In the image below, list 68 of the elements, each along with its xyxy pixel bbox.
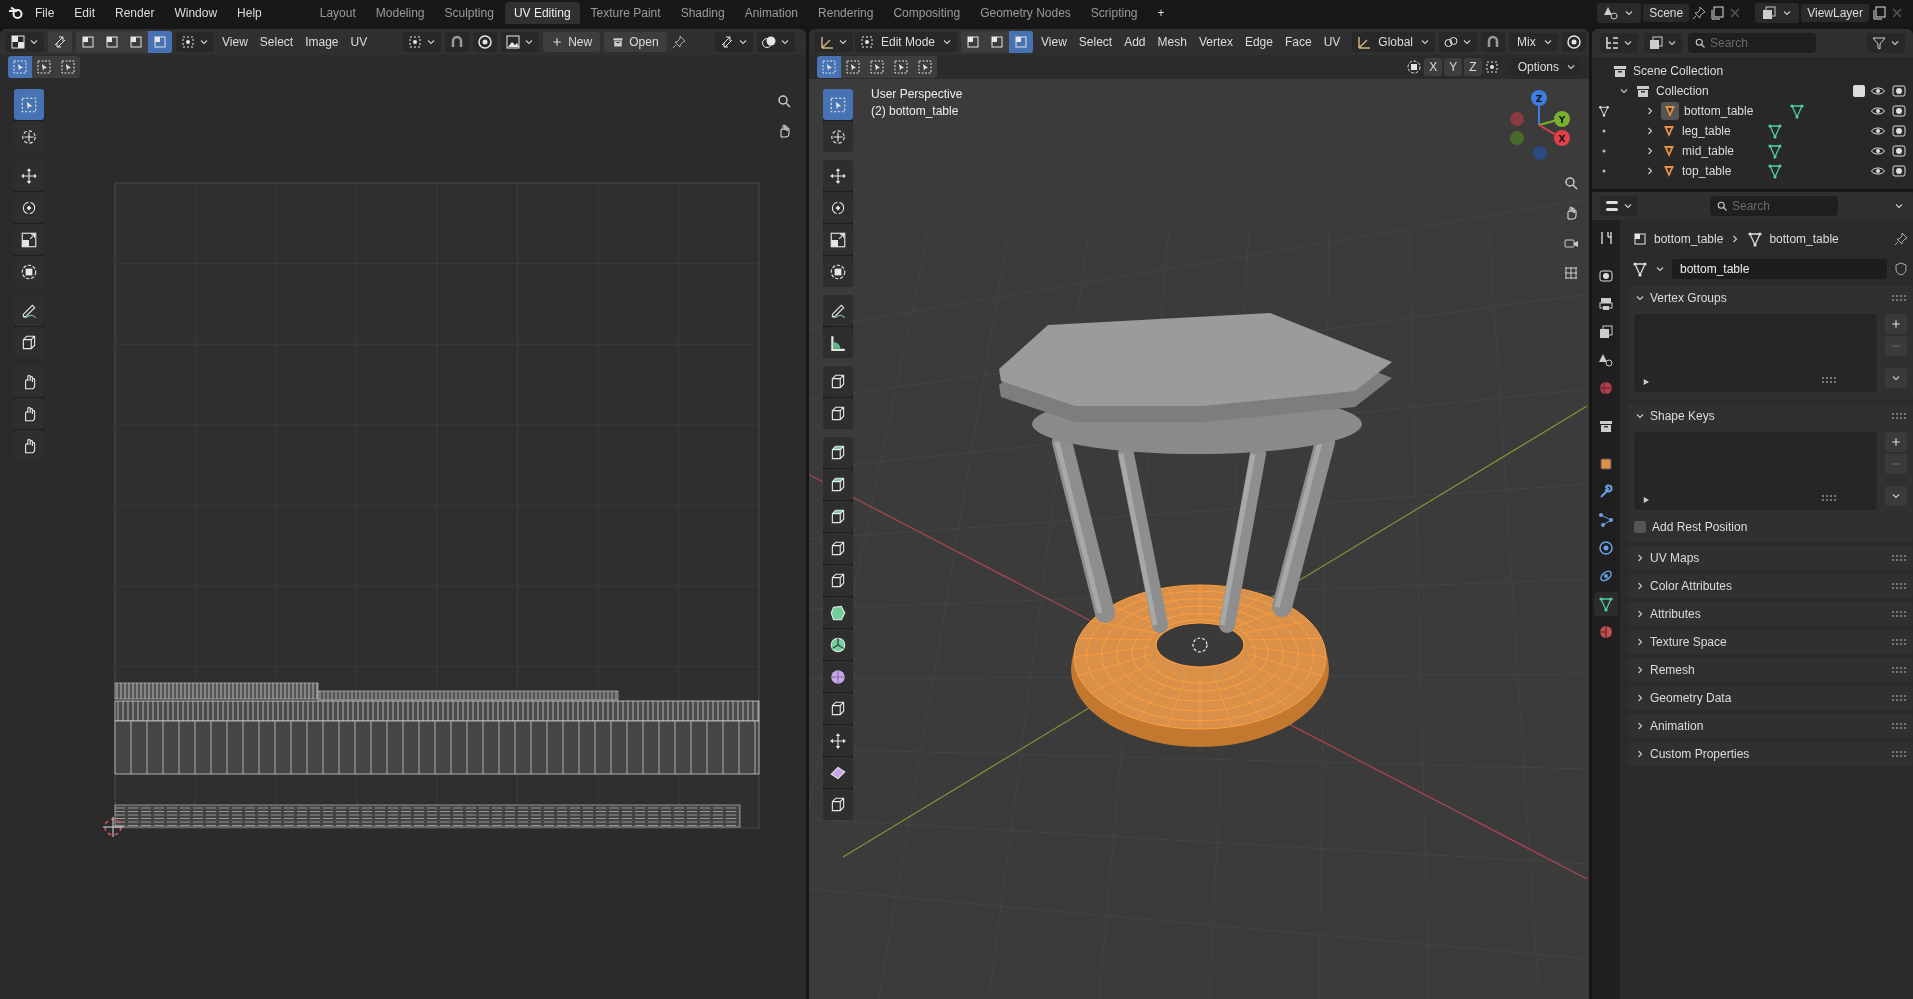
panel-title[interactable]: Vertex Groups: [1650, 291, 1887, 305]
header-menu[interactable]: UV: [346, 32, 372, 52]
header-menu[interactable]: Select: [255, 32, 298, 52]
panel-header[interactable]: UV Maps: [1628, 546, 1913, 570]
search-field[interactable]: Search: [1710, 196, 1838, 216]
viewport-info-text: (2) bottom_table: [871, 104, 960, 118]
open-image-button[interactable]: Open: [604, 32, 667, 52]
orientation-dropdown[interactable]: Global: [1352, 32, 1435, 52]
workspace-tab[interactable]: Modeling: [366, 2, 434, 24]
header-menu[interactable]: Vertex: [1194, 32, 1237, 52]
panel-header[interactable]: Custom Properties: [1628, 742, 1913, 766]
header-menu[interactable]: Face: [1280, 32, 1316, 52]
axis-label: X: [1558, 133, 1566, 144]
workspace-tab[interactable]: UV Editing: [504, 2, 580, 24]
outliner-item[interactable]: Scene Collection: [1633, 64, 1907, 78]
options-dropdown[interactable]: Options: [1509, 58, 1581, 76]
header-menu[interactable]: Select: [1074, 32, 1117, 52]
mode-dropdown[interactable]: Edit Mode: [855, 32, 958, 52]
workspace-tab[interactable]: Shading: [671, 2, 734, 24]
panel-header[interactable]: Attributes: [1628, 602, 1913, 626]
checkbox-label[interactable]: Add Rest Position: [1652, 520, 1748, 534]
menu-item[interactable]: Help: [228, 3, 271, 23]
header-menu[interactable]: Image: [301, 32, 343, 52]
viewport-info-text: User Perspective: [871, 87, 963, 101]
new-image-button[interactable]: New: [543, 32, 601, 52]
menu-item[interactable]: File: [26, 3, 64, 23]
workspace-tab[interactable]: Rendering: [809, 2, 883, 24]
add-workspace-button[interactable]: +: [1148, 3, 1174, 23]
panel-title[interactable]: Shape Keys: [1650, 409, 1887, 423]
header-menu[interactable]: UV: [1319, 32, 1345, 52]
header-menu[interactable]: View: [218, 32, 252, 52]
axis-label: Y: [1558, 114, 1566, 125]
workspace-tab[interactable]: Animation: [735, 2, 808, 24]
breadcrumb-item: bottom_table: [1769, 232, 1839, 246]
mirror-axis-toggle[interactable]: Y: [1444, 58, 1463, 76]
panel-header[interactable]: Color Attributes: [1628, 574, 1913, 598]
mirror-axis-toggle[interactable]: X: [1424, 58, 1443, 76]
panel-header[interactable]: Texture Space: [1628, 630, 1913, 654]
workspace-tab[interactable]: Texture Paint: [581, 2, 670, 24]
menu-item[interactable]: Window: [165, 3, 227, 23]
outliner-item[interactable]: mid_table: [1682, 144, 1762, 158]
workspace-tab[interactable]: Sculpting: [435, 2, 503, 24]
panel-header[interactable]: Shape Keys: [1628, 404, 1913, 428]
panel-header[interactable]: Remesh: [1628, 658, 1913, 682]
scene-name-field[interactable]: Scene: [1643, 4, 1690, 22]
header-menu[interactable]: Mesh: [1153, 32, 1191, 52]
outliner-item[interactable]: leg_table: [1682, 124, 1762, 138]
view-layer-field[interactable]: ViewLayer: [1801, 4, 1869, 22]
outliner-item[interactable]: bottom_table: [1684, 104, 1784, 118]
workspace-tab[interactable]: Geometry Nodes: [971, 2, 1080, 24]
outliner-item[interactable]: Collection: [1656, 84, 1848, 98]
header-menu[interactable]: Add: [1120, 32, 1150, 52]
header-menu[interactable]: View: [1037, 32, 1071, 52]
panel-header[interactable]: Animation: [1628, 714, 1913, 738]
snap-target-dropdown[interactable]: Mix: [1509, 33, 1558, 51]
breadcrumb-item: bottom_table: [1654, 232, 1724, 246]
workspace-tab[interactable]: Layout: [310, 2, 365, 24]
mirror-axis-toggle[interactable]: Z: [1464, 58, 1482, 76]
search-field[interactable]: Search: [1688, 33, 1816, 53]
workspace-tab[interactable]: Compositing: [884, 2, 970, 24]
axis-label: Z: [1535, 93, 1543, 104]
workspace-tab[interactable]: Scripting: [1081, 2, 1147, 24]
header-menu[interactable]: Edge: [1240, 32, 1277, 52]
outliner-item[interactable]: top_table: [1682, 164, 1762, 178]
menu-item[interactable]: Edit: [65, 3, 105, 23]
menu-item[interactable]: Render: [106, 3, 164, 23]
mesh-name-field[interactable]: bottom_table: [1672, 259, 1887, 279]
panel-header[interactable]: Geometry Data: [1628, 686, 1913, 710]
